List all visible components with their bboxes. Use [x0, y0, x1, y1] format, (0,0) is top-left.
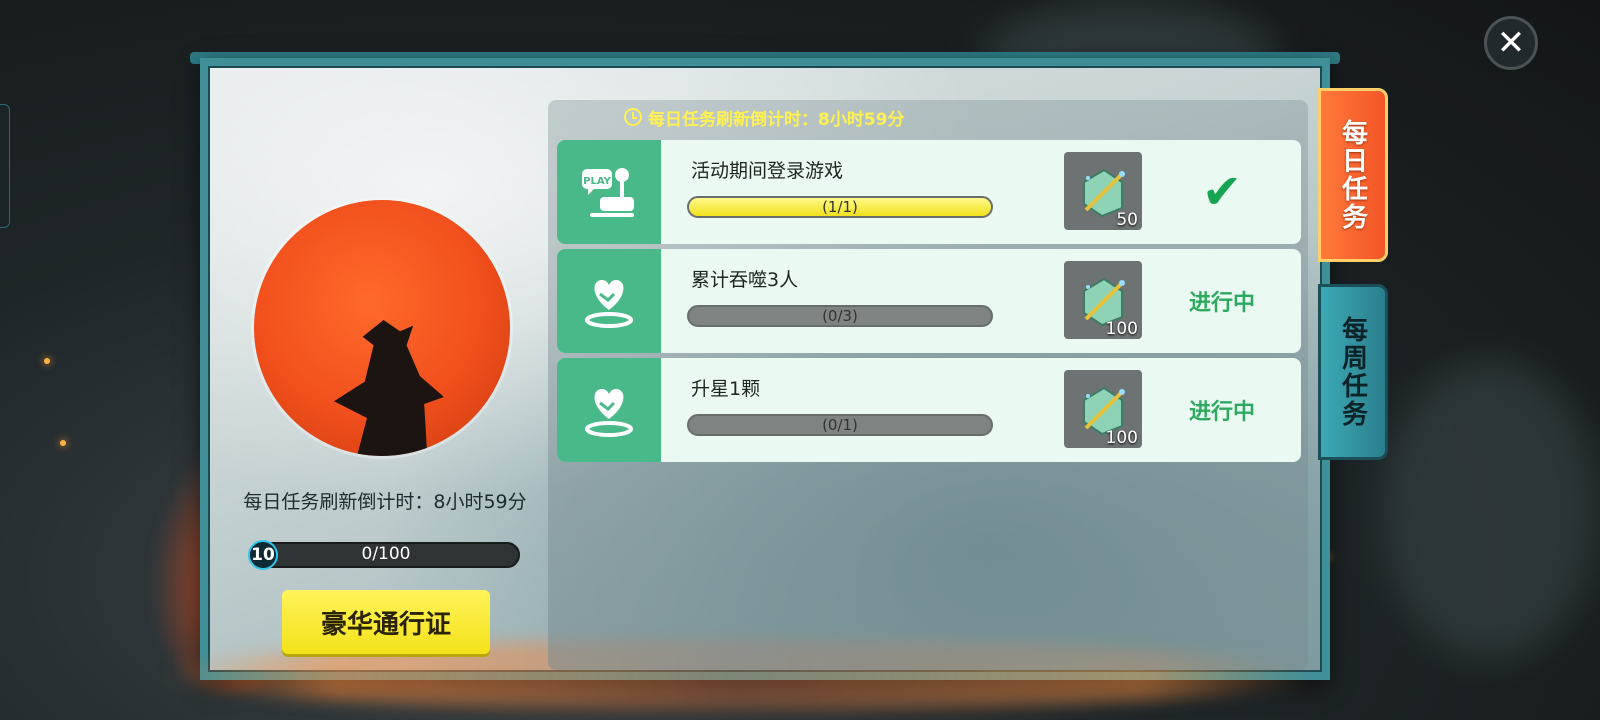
top-countdown-text: 每日任务刷新倒计时：8小时59分 — [648, 109, 905, 130]
reward-count: 100 — [1105, 319, 1138, 339]
task-progress-text: (1/1) — [822, 198, 858, 216]
ember — [44, 358, 50, 364]
reward-item[interactable]: 50 — [1064, 152, 1142, 230]
tab-weekly-tasks[interactable]: 每周任务 — [1318, 284, 1388, 460]
task-progress-text: (0/3) — [822, 307, 858, 325]
task-status: 进行中 — [1188, 400, 1255, 425]
task-icon-box — [557, 249, 661, 353]
character-portrait — [254, 200, 510, 456]
tab-daily-tasks[interactable]: 每日任务 — [1318, 88, 1388, 262]
close-icon: ✕ — [1496, 23, 1526, 63]
task-title: 累计吞噬3人 — [691, 269, 799, 291]
ember — [60, 440, 66, 446]
reward-item[interactable]: 100 — [1064, 261, 1142, 339]
task-progress-bar: (0/1) — [687, 414, 993, 436]
checkmark-icon: ✔ — [1201, 164, 1243, 220]
task-icon-box — [557, 358, 661, 462]
task-status: ✔ — [1157, 140, 1287, 244]
reward-item[interactable]: 100 — [1064, 370, 1142, 448]
task-title: 升星1颗 — [691, 378, 761, 400]
task-progress-bar: (1/1) — [687, 196, 993, 218]
left-refresh-countdown: 每日任务刷新倒计时：8小时59分 — [243, 491, 527, 513]
clock-icon — [624, 108, 642, 126]
top-refresh-countdown: 每日任务刷新倒计时：8小时59分 — [624, 104, 905, 130]
task-row: 升星1颗 (0/1) 100 进行中 — [557, 358, 1301, 462]
deluxe-pass-button[interactable]: 豪华通行证 — [282, 590, 490, 654]
task-status: 进行中 — [1188, 291, 1255, 316]
task-row: PLAY 活动期间登录游戏 (1/1) 50 ✔ — [557, 140, 1301, 244]
task-progress-bar: (0/3) — [687, 305, 993, 327]
task-progress-text: (0/1) — [822, 416, 858, 434]
background-ink — [1380, 360, 1600, 660]
level-progress-text: 0/100 — [361, 544, 411, 564]
task-row: 累计吞噬3人 (0/3) 100 进行中 — [557, 249, 1301, 353]
left-edge-tab — [0, 104, 10, 228]
swordsman-silhouette — [334, 320, 444, 456]
reward-count: 50 — [1116, 210, 1138, 230]
close-button[interactable]: ✕ — [1484, 16, 1538, 70]
handshake-heart-icon — [585, 389, 633, 437]
level-badge: 10 — [248, 540, 278, 570]
handshake-heart-icon — [585, 280, 633, 328]
task-icon-box: PLAY — [557, 140, 661, 244]
reward-count: 100 — [1105, 428, 1138, 448]
play-joystick-icon: PLAY — [582, 168, 634, 217]
svg-text:PLAY: PLAY — [583, 176, 611, 187]
task-title: 活动期间登录游戏 — [691, 160, 844, 182]
